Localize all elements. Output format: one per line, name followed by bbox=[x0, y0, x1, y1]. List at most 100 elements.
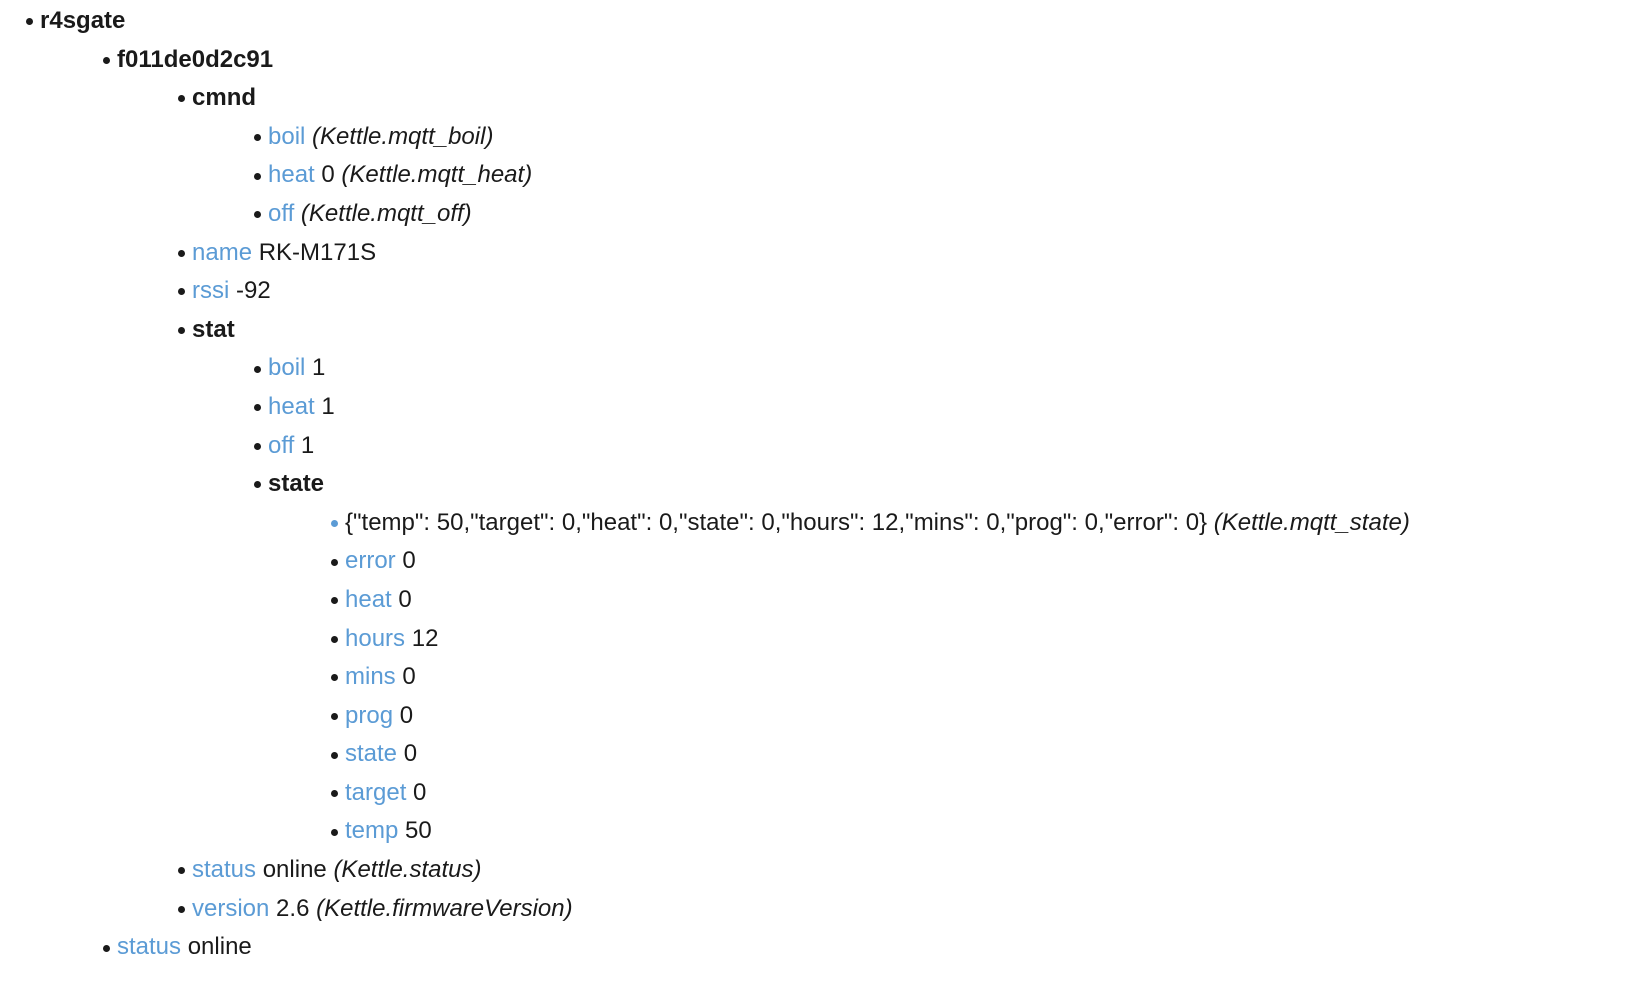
tree-node-label[interactable]: off bbox=[268, 200, 294, 227]
bullet-icon bbox=[331, 520, 338, 527]
tree-node[interactable]: heat 0 (Kettle.mqtt_heat) bbox=[0, 156, 1646, 195]
tree-node-label: r4sgate bbox=[40, 7, 125, 34]
tree-node-label[interactable]: name bbox=[192, 239, 252, 266]
bullet-icon bbox=[254, 134, 261, 141]
tree-node-label[interactable]: prog bbox=[345, 702, 393, 729]
bullet-icon bbox=[178, 906, 185, 913]
tree-node[interactable]: target 0 bbox=[0, 774, 1646, 813]
tree-node-label[interactable]: status bbox=[192, 856, 256, 883]
tree-node-value: 0 bbox=[402, 663, 415, 690]
tree-node-alias: (Kettle.mqtt_state) bbox=[1214, 509, 1410, 536]
tree-node-value: 0 bbox=[402, 547, 415, 574]
mqtt-topic-tree: r4sgate f011de0d2c91 cmnd boil (Kettle.mqtt… bbox=[0, 0, 1646, 967]
bullet-icon bbox=[331, 636, 338, 643]
tree-node[interactable]: off (Kettle.mqtt_off) bbox=[0, 195, 1646, 234]
tree-node-label[interactable]: target bbox=[345, 779, 406, 806]
bullet-icon bbox=[331, 790, 338, 797]
tree-node-label[interactable]: heat bbox=[268, 161, 315, 188]
bullet-icon bbox=[331, 713, 338, 720]
tree-node-alias: (Kettle.status) bbox=[333, 856, 481, 883]
tree-node-label: cmnd bbox=[192, 84, 256, 111]
tree-node[interactable]: state 0 bbox=[0, 735, 1646, 774]
spacer bbox=[294, 432, 301, 459]
tree-node-value: 1 bbox=[301, 432, 314, 459]
bullet-icon bbox=[254, 443, 261, 450]
tree-node[interactable]: boil 1 bbox=[0, 349, 1646, 388]
tree-node-value: {"temp": 50,"target": 0,"heat": 0,"state… bbox=[345, 509, 1207, 536]
bullet-icon bbox=[178, 288, 185, 295]
tree-node-label[interactable]: error bbox=[345, 547, 396, 574]
tree-node[interactable]: cmnd bbox=[0, 79, 1646, 118]
bullet-icon bbox=[254, 173, 261, 180]
spacer bbox=[229, 277, 236, 304]
tree-node[interactable]: status online (Kettle.status) bbox=[0, 851, 1646, 890]
tree-node[interactable]: name RK-M171S bbox=[0, 234, 1646, 273]
tree-node-label[interactable]: heat bbox=[345, 586, 392, 613]
tree-node-value: 0 bbox=[398, 586, 411, 613]
tree-node-alias: (Kettle.firmwareVersion) bbox=[316, 895, 573, 922]
bullet-icon bbox=[103, 945, 110, 952]
bullet-icon bbox=[331, 597, 338, 604]
tree-node-label[interactable]: version bbox=[192, 895, 269, 922]
spacer bbox=[252, 239, 259, 266]
tree-node-label[interactable]: boil bbox=[268, 354, 305, 381]
bullet-icon bbox=[178, 327, 185, 334]
tree-node[interactable]: f011de0d2c91 bbox=[0, 41, 1646, 80]
bullet-icon bbox=[331, 559, 338, 566]
tree-node-label[interactable]: state bbox=[345, 740, 397, 767]
tree-node[interactable]: state bbox=[0, 465, 1646, 504]
tree-node-label[interactable]: hours bbox=[345, 625, 405, 652]
tree-node-label: state bbox=[268, 470, 324, 497]
spacer bbox=[294, 200, 301, 227]
tree-node-value: 50 bbox=[405, 817, 432, 844]
tree-node-label[interactable]: boil bbox=[268, 123, 305, 150]
tree-node[interactable]: error 0 bbox=[0, 542, 1646, 581]
spacer bbox=[393, 702, 400, 729]
tree-node[interactable]: temp 50 bbox=[0, 812, 1646, 851]
spacer bbox=[1207, 509, 1214, 536]
tree-node[interactable]: hours 12 bbox=[0, 620, 1646, 659]
tree-node-value: -92 bbox=[236, 277, 271, 304]
tree-node-value: 0 bbox=[404, 740, 417, 767]
tree-node-label[interactable]: mins bbox=[345, 663, 396, 690]
tree-node-value: 0 bbox=[321, 161, 334, 188]
tree-node[interactable]: stat bbox=[0, 311, 1646, 350]
bullet-icon bbox=[331, 829, 338, 836]
tree-node-label[interactable]: temp bbox=[345, 817, 398, 844]
bullet-icon bbox=[178, 867, 185, 874]
tree-node[interactable]: version 2.6 (Kettle.firmwareVersion) bbox=[0, 890, 1646, 929]
spacer bbox=[397, 740, 404, 767]
tree-node[interactable]: off 1 bbox=[0, 427, 1646, 466]
tree-node-label[interactable]: heat bbox=[268, 393, 315, 420]
bullet-icon bbox=[178, 95, 185, 102]
tree-node-label: f011de0d2c91 bbox=[117, 46, 273, 73]
bullet-icon bbox=[103, 57, 110, 64]
tree-node-label[interactable]: status bbox=[117, 933, 181, 960]
bullet-icon bbox=[254, 404, 261, 411]
tree-node[interactable]: mins 0 bbox=[0, 658, 1646, 697]
tree-node[interactable]: status online bbox=[0, 928, 1646, 967]
tree-node[interactable]: r4sgate bbox=[0, 2, 1646, 41]
tree-node-label[interactable]: off bbox=[268, 432, 294, 459]
tree-node[interactable]: heat 1 bbox=[0, 388, 1646, 427]
spacer bbox=[405, 625, 412, 652]
bullet-icon bbox=[178, 250, 185, 257]
tree-node-value: 0 bbox=[413, 779, 426, 806]
tree-node-alias: (Kettle.mqtt_boil) bbox=[312, 123, 493, 150]
spacer bbox=[181, 933, 188, 960]
tree-node-alias: (Kettle.mqtt_off) bbox=[301, 200, 472, 227]
tree-node-label: stat bbox=[192, 316, 235, 343]
tree-node[interactable]: heat 0 bbox=[0, 581, 1646, 620]
tree-node-value: 2.6 bbox=[276, 895, 309, 922]
tree-node-value: RK-M171S bbox=[259, 239, 376, 266]
tree-node[interactable]: {"temp": 50,"target": 0,"heat": 0,"state… bbox=[0, 504, 1646, 543]
tree-node[interactable]: boil (Kettle.mqtt_boil) bbox=[0, 118, 1646, 157]
tree-node-value: online bbox=[188, 933, 252, 960]
tree-node[interactable]: rssi -92 bbox=[0, 272, 1646, 311]
tree-node[interactable]: prog 0 bbox=[0, 697, 1646, 736]
bullet-icon bbox=[254, 366, 261, 373]
bullet-icon bbox=[254, 481, 261, 488]
tree-node-value: 1 bbox=[312, 354, 325, 381]
tree-node-value: 0 bbox=[400, 702, 413, 729]
tree-node-label[interactable]: rssi bbox=[192, 277, 229, 304]
